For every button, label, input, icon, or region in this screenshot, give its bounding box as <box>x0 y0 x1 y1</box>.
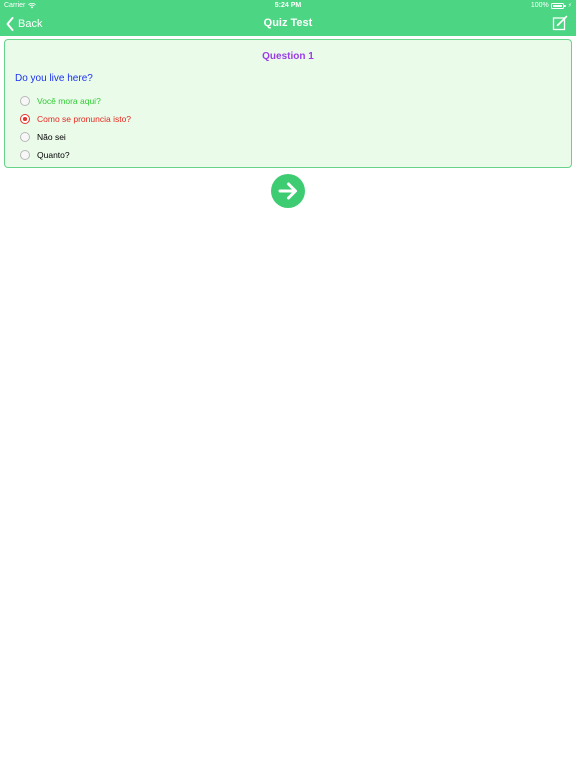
answer-option-1[interactable]: Você mora aqui? <box>20 92 131 110</box>
answer-label: Como se pronuncia isto? <box>37 114 132 124</box>
status-time: 5:24 PM <box>274 2 302 9</box>
battery-percent: 100% <box>530 2 549 9</box>
answer-option-4[interactable]: Quanto? <box>20 146 131 164</box>
battery-icon <box>550 2 566 9</box>
navigation-bar: Carrier 5:24 PM 100% ⚡ Back Quiz Test <box>0 0 576 36</box>
question-text: Do you live here? <box>15 73 93 84</box>
arrow-right-icon <box>278 182 297 200</box>
next-button[interactable] <box>271 174 305 208</box>
answer-label: Quanto? <box>37 150 70 160</box>
radio-button-icon <box>20 132 30 142</box>
answer-option-3[interactable]: Não sei <box>20 128 131 146</box>
question-card: Question 1 Do you live here? Você mora a… <box>4 39 572 168</box>
charging-icon: ⚡ <box>567 3 572 9</box>
answer-label: Você mora aqui? <box>37 96 101 106</box>
battery-info: 100% ⚡ <box>531 2 572 9</box>
edit-icon[interactable] <box>552 15 568 31</box>
radio-button-icon <box>20 150 30 160</box>
radio-button-icon <box>20 96 30 106</box>
answer-options: Você mora aqui? Como se pronuncia isto? … <box>20 92 131 164</box>
status-bar: Carrier 5:24 PM 100% ⚡ <box>0 0 576 12</box>
answer-label: Não sei <box>37 132 66 142</box>
radio-button-selected-icon <box>20 114 30 124</box>
answer-option-2[interactable]: Como se pronuncia isto? <box>20 110 131 128</box>
page-title: Quiz Test <box>263 17 313 29</box>
question-number: Question 1 <box>262 51 314 62</box>
